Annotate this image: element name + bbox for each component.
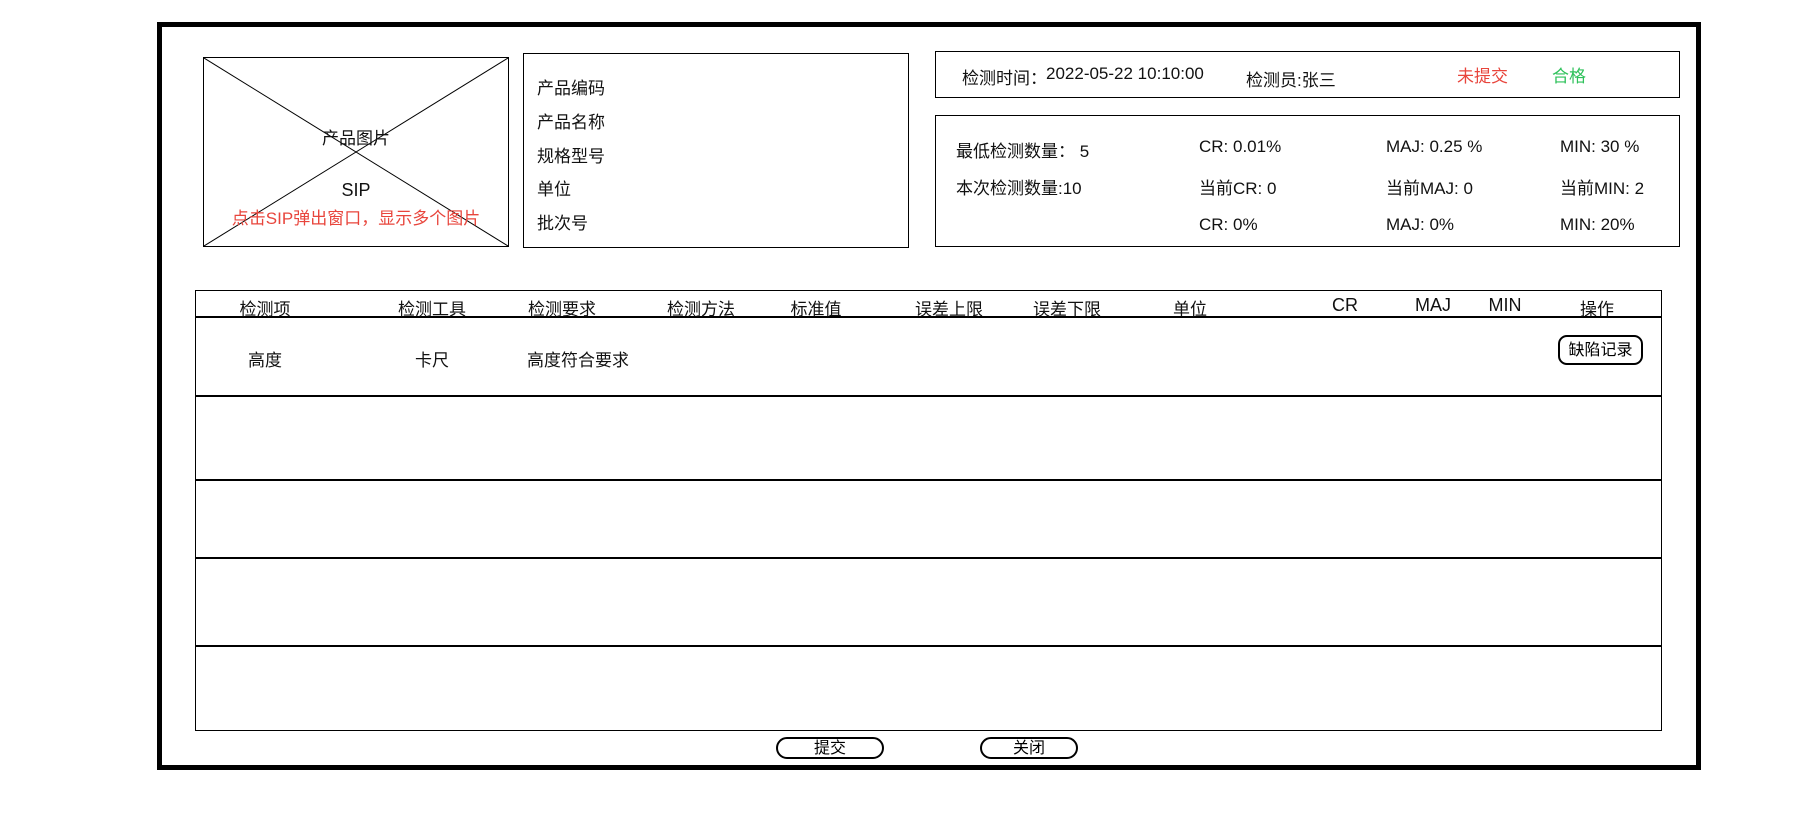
current-maj: 当前MAJ: 0 (1386, 174, 1473, 199)
cell-requirement: 高度符合要求 (527, 346, 629, 371)
close-button[interactable]: 关闭 (980, 737, 1078, 759)
cr-rate: CR: 0% (1199, 215, 1258, 235)
product-info-panel: 产品编码 产品名称 规格型号 单位 批次号 (523, 53, 909, 248)
current-inspect-qty: 本次检测数量:10 (956, 174, 1082, 199)
product-field-name: 产品名称 (537, 108, 908, 133)
table-row-empty (196, 647, 1661, 732)
min-inspect-qty: 最低检测数量： 5 (956, 137, 1089, 162)
maj-rate: MAJ: 0% (1386, 215, 1454, 235)
cell-tool: 卡尺 (415, 346, 449, 371)
product-field-spec: 规格型号 (537, 142, 908, 167)
current-cr: 当前CR: 0 (1199, 174, 1276, 199)
status-qualified: 合格 (1552, 62, 1586, 87)
status-unsubmitted: 未提交 (1457, 62, 1508, 87)
header-method: 检测方法 (667, 295, 735, 320)
stats-panel: 最低检测数量： 5 CR: 0.01% MAJ: 0.25 % MIN: 30 … (935, 115, 1680, 247)
product-image-placeholder[interactable]: 产品图片 SIP 点击SIP弹出窗口，显示多个图片 (203, 57, 509, 247)
header-tool: 检测工具 (398, 295, 466, 320)
header-item: 检测项 (240, 295, 291, 320)
table-header: 检测项 检测工具 检测要求 检测方法 标准值 误差上限 误差下限 单位 CR M… (196, 291, 1661, 318)
header-requirement: 检测要求 (528, 295, 596, 320)
cr-limit: CR: 0.01% (1199, 137, 1281, 157)
header-upper-limit: 误差上限 (915, 295, 983, 320)
maj-limit: MAJ: 0.25 % (1386, 137, 1482, 157)
min-rate: MIN: 20% (1560, 215, 1635, 235)
current-min: 当前MIN: 2 (1560, 174, 1644, 199)
sip-hint: 点击SIP弹出窗口，显示多个图片 (204, 204, 508, 229)
defect-record-button[interactable]: 缺陷记录 (1558, 335, 1643, 365)
min-limit: MIN: 30 % (1560, 137, 1639, 157)
inspection-info-bar: 检测时间： 2022-05-22 10:10:00 检测员:张三 未提交 合格 (935, 51, 1680, 98)
header-lower-limit: 误差下限 (1033, 295, 1101, 320)
submit-button[interactable]: 提交 (776, 737, 884, 759)
product-image-label: 产品图片 (204, 124, 508, 149)
header-action: 操作 (1580, 295, 1614, 320)
table-row-empty (196, 481, 1661, 559)
inspection-table: 检测项 检测工具 检测要求 检测方法 标准值 误差上限 误差下限 单位 CR M… (195, 290, 1662, 731)
inspection-time-value: 2022-05-22 10:10:00 (1046, 64, 1204, 84)
product-field-batch: 批次号 (537, 209, 908, 234)
header-min: MIN (1489, 295, 1522, 316)
table-row-empty (196, 397, 1661, 481)
inspector-name: 检测员:张三 (1246, 66, 1336, 91)
header-cr: CR (1332, 295, 1358, 316)
cell-item: 高度 (248, 346, 282, 371)
table-row-empty (196, 559, 1661, 647)
inspection-time-label: 检测时间： (962, 64, 1047, 89)
window-frame: 产品图片 SIP 点击SIP弹出窗口，显示多个图片 产品编码 产品名称 规格型号… (157, 22, 1701, 770)
header-unit: 单位 (1173, 295, 1207, 320)
sip-label[interactable]: SIP (204, 180, 508, 201)
product-field-unit: 单位 (537, 175, 908, 200)
header-maj: MAJ (1415, 295, 1451, 316)
table-row: 高度 卡尺 高度符合要求 缺陷记录 (196, 318, 1661, 397)
page: { "colors": { "alert_red": "#e8453c", "o… (0, 0, 1819, 833)
header-standard: 标准值 (791, 295, 842, 320)
product-field-code: 产品编码 (537, 74, 908, 99)
